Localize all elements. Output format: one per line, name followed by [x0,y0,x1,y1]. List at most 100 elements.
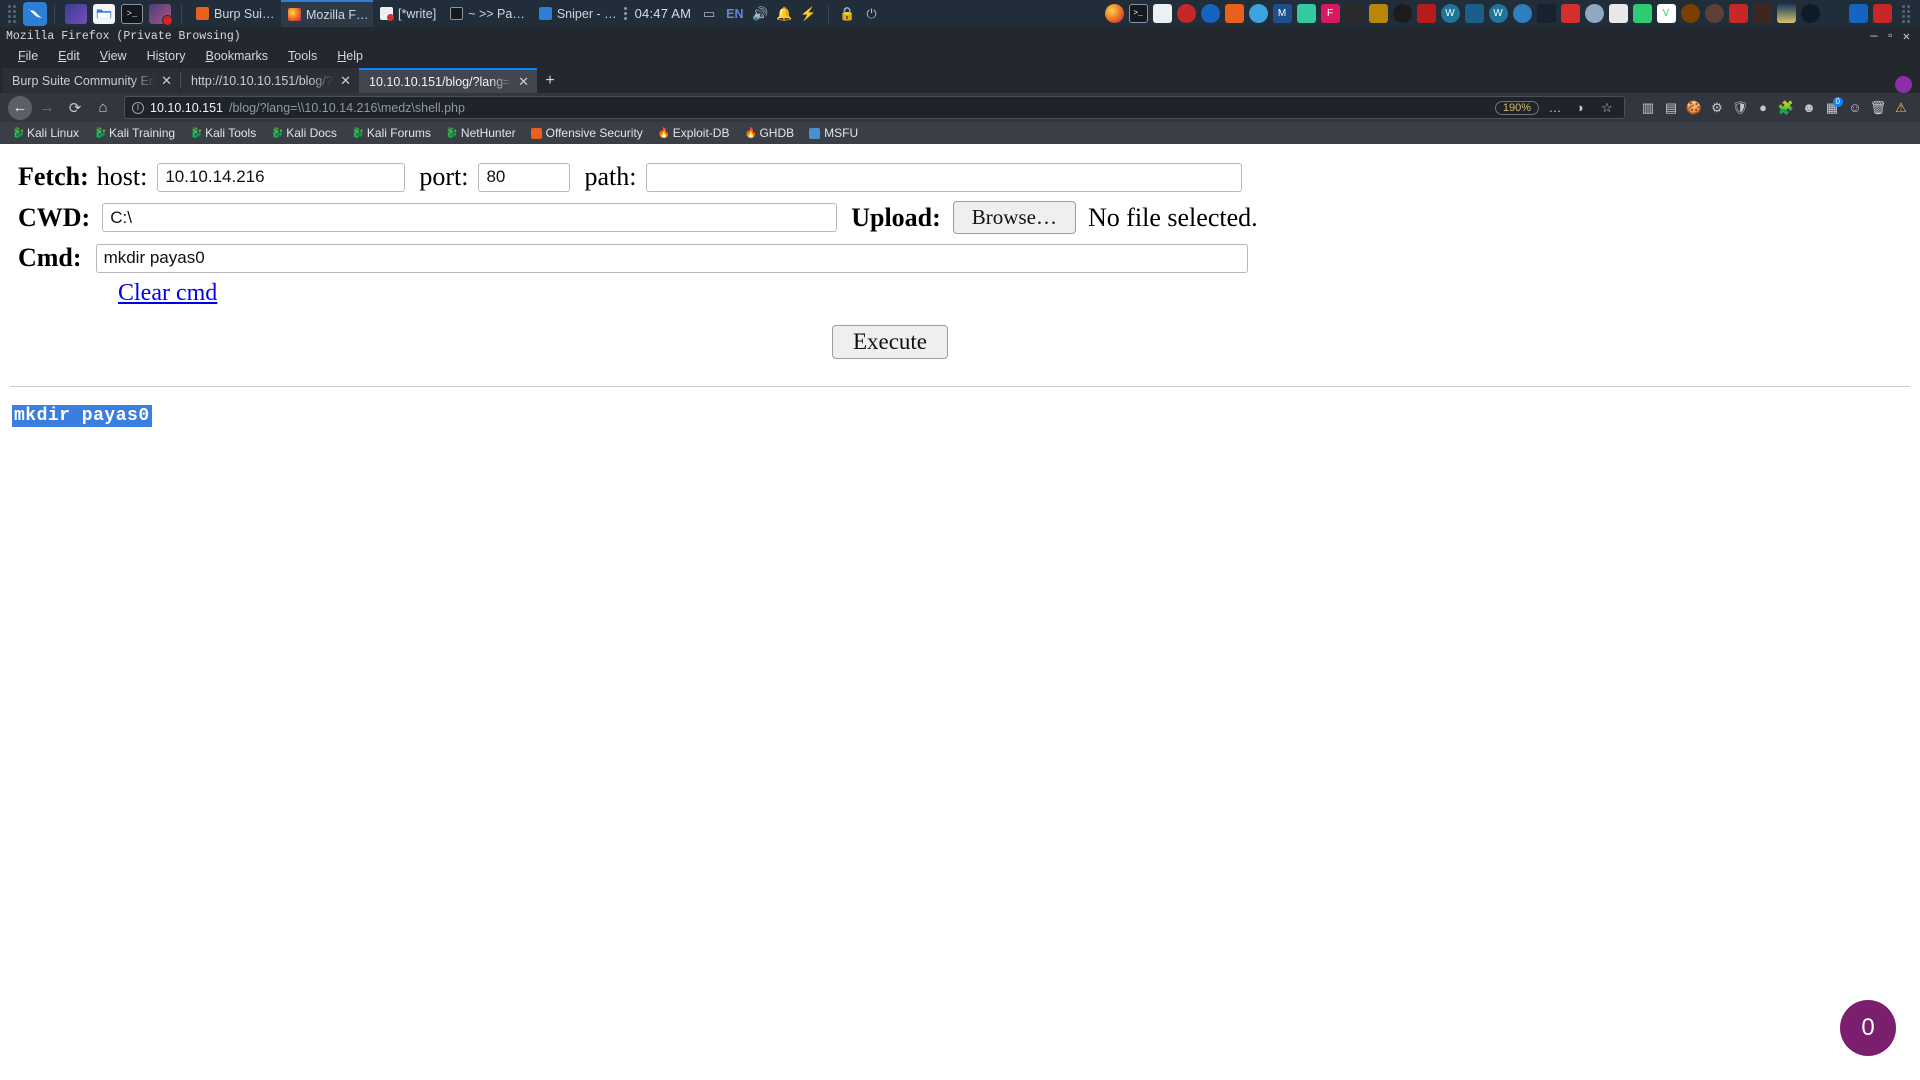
record-icon[interactable]: ● [1752,97,1774,119]
cobalt-icon[interactable] [1536,4,1556,23]
air-icon[interactable] [1800,4,1820,23]
screen-recorder-icon[interactable] [149,3,173,26]
document-icon[interactable] [1152,4,1172,23]
terminal-icon[interactable]: >_ [121,3,143,24]
wireshark-icon[interactable] [1248,4,1268,23]
zoom-level-indicator[interactable]: 190% [1494,100,1539,115]
reload-button[interactable]: ⟳ [62,96,88,120]
taskbar-grip-handle[interactable] [5,4,19,23]
back-button[interactable]: ← [8,95,32,120]
eye-icon[interactable] [1824,4,1844,23]
clear-cmd-link[interactable]: Clear cmd [118,280,217,306]
volume-icon[interactable]: 🔊 [751,4,771,24]
menu-tools[interactable]: Tools [278,47,327,65]
menu-view[interactable]: View [90,47,137,65]
zaproxy-icon[interactable] [1392,4,1412,23]
logout-icon[interactable]: ⏻ [862,4,882,24]
bookmark-offensive-security[interactable]: Offensive Security [524,124,650,142]
zap-icon[interactable] [1512,4,1532,23]
notification-badge[interactable]: 0 [1840,1000,1896,1056]
display-icon[interactable]: ▭ [699,4,719,24]
home-button[interactable]: ⌂ [90,96,116,120]
cmd-input[interactable] [95,243,1248,273]
power-icon[interactable]: ⚡ [799,4,819,24]
kali-menu-icon[interactable] [23,1,47,26]
close-icon[interactable]: ✕ [518,74,529,90]
bookmark-kali-linux[interactable]: 🐉 Kali Linux [5,124,86,142]
taskbar-window-terminal[interactable]: ~ >> Pa… [443,0,532,27]
wordpress-icon[interactable]: W [1440,4,1460,23]
bookmark-kali-training[interactable]: 🐉 Kali Training [87,124,182,142]
lock-icon[interactable]: 🔒 [838,4,858,24]
beef-icon[interactable] [1296,4,1316,23]
firefox-icon[interactable] [1104,4,1124,23]
browse-button[interactable]: Browse… [952,201,1076,234]
library-icon[interactable]: ▥ [1637,97,1659,119]
workspace-switcher-icon[interactable] [65,3,87,24]
forward-button[interactable]: → [34,96,60,120]
cookie-icon[interactable]: 🍪 [1683,97,1705,119]
notification-bell-icon[interactable]: 🔔 [775,4,795,24]
metasploit-icon[interactable] [1560,4,1580,23]
container-tabs-icon[interactable]: ▦ 0 [1821,96,1843,119]
tab-blog-lang[interactable]: http://10.10.10.151/blog/?lang ✕ [181,68,359,93]
apktool-icon[interactable] [1632,4,1652,23]
menu-history[interactable]: History [137,47,196,65]
port-input[interactable] [478,162,571,192]
extension-gear-icon[interactable]: ⚙ [1706,97,1728,119]
bookmark-exploit-db[interactable]: 🔥 Exploit-DB [651,124,737,142]
new-tab-button[interactable]: + [537,68,563,93]
sqlmap-icon[interactable] [1416,4,1436,23]
info-icon[interactable]: i [132,101,144,114]
tab-burp-suite[interactable]: Burp Suite Community Edition ✕ [2,68,180,93]
host-input[interactable] [157,162,406,192]
menu-help[interactable]: Help [327,47,373,65]
pocket-icon[interactable]: ◗ [1571,97,1591,119]
command-output[interactable]: mkdir payas0 [12,405,152,427]
recon-icon[interactable] [1728,4,1748,23]
cwd-input[interactable] [102,203,838,232]
bookmark-nethunter[interactable]: 🐉 NetHunter [439,124,523,142]
url-bar[interactable]: i 10.10.10.151/blog/?lang=\\10.10.14.216… [124,96,1625,119]
maltego-icon[interactable]: M [1272,4,1292,23]
shield-icon[interactable]: 🛡 [1729,97,1751,119]
bloodhound-icon[interactable] [1200,4,1220,23]
alien-icon[interactable] [1584,4,1604,23]
account-icon[interactable]: ☻ [1798,97,1820,119]
wordpress-icon-2[interactable]: W [1488,4,1508,23]
warning-icon[interactable]: ⚠ [1890,97,1912,119]
taskbar-window-firefox[interactable]: Mozilla F… [281,0,373,27]
veil-icon[interactable]: V [1656,4,1676,23]
close-button[interactable]: ✕ [1903,29,1910,44]
johnny-icon[interactable] [1344,4,1364,23]
tab-shell-php[interactable]: 10.10.10.151/blog/?lang=\\10 ✕ [359,68,537,93]
file-manager-icon[interactable] [93,3,115,24]
armitage-icon[interactable] [1368,4,1388,23]
bookmark-msfu[interactable]: MSFU [802,124,865,142]
smiley-icon[interactable]: ☺ [1844,97,1866,119]
maximize-button[interactable]: ▫ [1887,29,1894,44]
menu-edit[interactable]: Edit [48,47,90,65]
taskbar-window-write[interactable]: [*write] [373,0,443,27]
thermo-icon[interactable] [1872,4,1892,23]
menu-bookmarks[interactable]: Bookmarks [196,47,279,65]
bookmark-ghdb[interactable]: 🔥 GHDB [737,124,801,142]
taskbar-window-sniper[interactable]: Sniper - … [532,0,624,27]
close-icon[interactable]: ✕ [161,73,172,89]
path-input[interactable] [646,162,1243,192]
taskbar-grip-handle-right[interactable] [1899,4,1913,23]
wpscan-icon[interactable] [1464,4,1484,23]
mimikatz-icon[interactable] [1608,4,1628,23]
puzzle-icon[interactable]: 🧩 [1775,97,1797,119]
spider-icon[interactable] [1680,4,1700,23]
minimize-button[interactable]: — [1870,29,1877,44]
taskbar-window-burp[interactable]: Burp Sui… [189,0,281,27]
doberman-icon[interactable] [1752,4,1772,23]
cherrytree-icon[interactable] [1176,4,1196,23]
trash-icon[interactable]: 🗑 [1867,97,1889,119]
menu-file[interactable]: File [8,47,48,65]
blue-icon[interactable] [1848,4,1868,23]
terminal-icon[interactable]: >_ [1128,4,1148,23]
bookmark-kali-tools[interactable]: 🐉 Kali Tools [183,124,263,142]
bookmark-kali-forums[interactable]: 🐉 Kali Forums [345,124,438,142]
